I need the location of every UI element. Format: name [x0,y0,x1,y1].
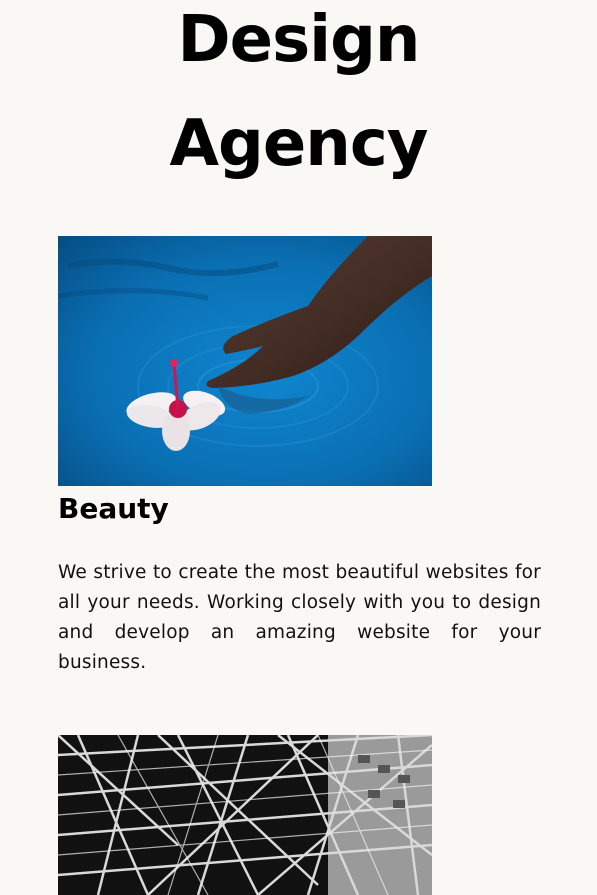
card-description: We strive to create the most beautiful w… [58,562,541,673]
feature-card-structure [58,735,541,895]
card-title: Beauty [58,492,169,525]
hero-title-line-2: Agency [169,107,429,181]
feature-card-beauty: Beauty We strive to create the most beau… [58,236,541,678]
hero-title-line-1: Design [177,3,421,77]
hero-title: Design Agency [0,0,597,196]
steel-structure-photo [58,735,432,895]
flower-in-water-photo [58,236,432,486]
